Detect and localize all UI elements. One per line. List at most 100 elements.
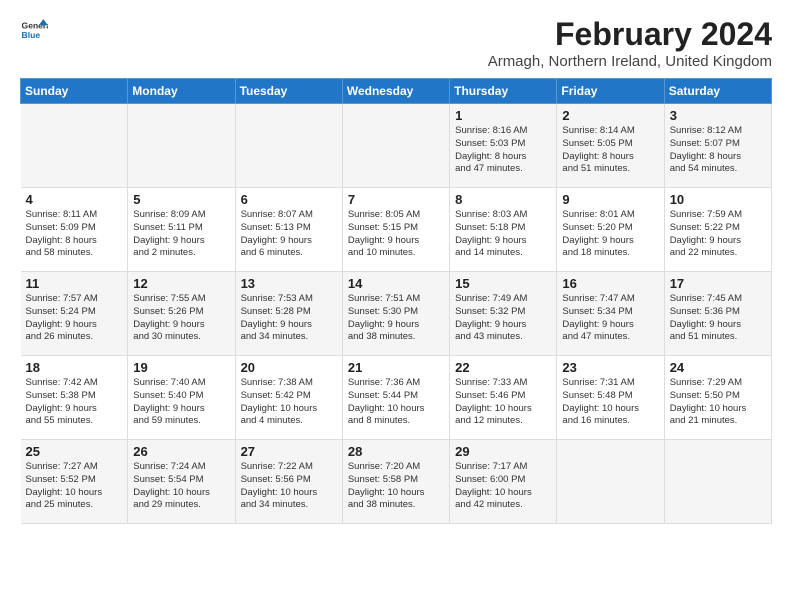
calendar-cell: 29Sunrise: 7:17 AMSunset: 6:00 PMDayligh… bbox=[450, 440, 557, 524]
day-number: 2 bbox=[562, 108, 658, 123]
cell-details: Sunrise: 7:45 AMSunset: 5:36 PMDaylight:… bbox=[670, 293, 766, 344]
cell-details: Sunrise: 8:14 AMSunset: 5:05 PMDaylight:… bbox=[562, 125, 658, 176]
main-title: February 2024 bbox=[488, 16, 772, 53]
day-number: 16 bbox=[562, 276, 658, 291]
calendar-cell: 6 Sunrise: 8:07 AMSunset: 5:13 PMDaylight… bbox=[235, 188, 342, 272]
cell-details: Sunrise: 7:22 AMSunset: 5:56 PMDaylight:… bbox=[241, 461, 337, 512]
day-number: 6 bbox=[241, 192, 337, 207]
calendar-cell bbox=[235, 104, 342, 188]
calendar-cell: 14Sunrise: 7:51 AMSunset: 5:30 PMDayligh… bbox=[342, 272, 449, 356]
header-cell-sunday: Sunday bbox=[21, 79, 128, 104]
calendar-cell: 19 Sunrise: 7:40 AMSunset: 5:40 PMDayligh… bbox=[128, 356, 235, 440]
day-number: 23 bbox=[562, 360, 658, 375]
day-number: 4 bbox=[26, 192, 123, 207]
calendar-cell: 5 Sunrise: 8:09 AMSunset: 5:11 PMDaylight… bbox=[128, 188, 235, 272]
day-number: 8 bbox=[455, 192, 551, 207]
calendar-cell: 18 Sunrise: 7:42 AMSunset: 5:38 PMDayligh… bbox=[21, 356, 128, 440]
day-number: 18 bbox=[26, 360, 123, 375]
logo-icon: General Blue bbox=[20, 16, 48, 44]
calendar-cell bbox=[21, 104, 128, 188]
calendar-cell bbox=[557, 440, 664, 524]
day-number: 15 bbox=[455, 276, 551, 291]
calendar-cell: 28Sunrise: 7:20 AMSunset: 5:58 PMDayligh… bbox=[342, 440, 449, 524]
cell-details: Sunrise: 8:12 AMSunset: 5:07 PMDaylight:… bbox=[670, 125, 766, 176]
cell-details: Sunrise: 8:05 AMSunset: 5:15 PMDaylight:… bbox=[348, 209, 444, 260]
cell-details: Sunrise: 7:38 AMSunset: 5:42 PMDaylight:… bbox=[241, 377, 337, 428]
cell-details: Sunrise: 8:03 AMSunset: 5:18 PMDaylight:… bbox=[455, 209, 551, 260]
header-cell-monday: Monday bbox=[128, 79, 235, 104]
cell-details: Sunrise: 8:01 AMSunset: 5:20 PMDaylight:… bbox=[562, 209, 658, 260]
cell-details: Sunrise: 7:17 AMSunset: 6:00 PMDaylight:… bbox=[455, 461, 551, 512]
calendar-cell: 8 Sunrise: 8:03 AMSunset: 5:18 PMDaylight… bbox=[450, 188, 557, 272]
day-number: 26 bbox=[133, 444, 229, 459]
week-row-4: 25 Sunrise: 7:27 AMSunset: 5:52 PMDayligh… bbox=[21, 440, 772, 524]
calendar-cell bbox=[128, 104, 235, 188]
cell-details: Sunrise: 7:42 AMSunset: 5:38 PMDaylight:… bbox=[26, 377, 123, 428]
cell-details: Sunrise: 7:47 AMSunset: 5:34 PMDaylight:… bbox=[562, 293, 658, 344]
day-number: 5 bbox=[133, 192, 229, 207]
week-row-1: 4 Sunrise: 8:11 AMSunset: 5:09 PMDaylight… bbox=[21, 188, 772, 272]
day-number: 24 bbox=[670, 360, 766, 375]
day-number: 14 bbox=[348, 276, 444, 291]
subtitle: Armagh, Northern Ireland, United Kingdom bbox=[488, 53, 772, 70]
calendar-cell bbox=[664, 440, 771, 524]
cell-details: Sunrise: 7:27 AMSunset: 5:52 PMDaylight:… bbox=[26, 461, 123, 512]
header: General Blue February 2024 Armagh, North… bbox=[20, 16, 772, 70]
cell-details: Sunrise: 7:57 AMSunset: 5:24 PMDaylight:… bbox=[26, 293, 123, 344]
calendar-cell: 25 Sunrise: 7:27 AMSunset: 5:52 PMDayligh… bbox=[21, 440, 128, 524]
calendar-cell: 10 Sunrise: 7:59 AMSunset: 5:22 PMDayligh… bbox=[664, 188, 771, 272]
day-number: 13 bbox=[241, 276, 337, 291]
calendar-cell: 17 Sunrise: 7:45 AMSunset: 5:36 PMDayligh… bbox=[664, 272, 771, 356]
header-cell-wednesday: Wednesday bbox=[342, 79, 449, 104]
cell-details: Sunrise: 7:31 AMSunset: 5:48 PMDaylight:… bbox=[562, 377, 658, 428]
calendar-cell bbox=[342, 104, 449, 188]
calendar-cell: 23 Sunrise: 7:31 AMSunset: 5:48 PMDayligh… bbox=[557, 356, 664, 440]
day-number: 19 bbox=[133, 360, 229, 375]
header-cell-thursday: Thursday bbox=[450, 79, 557, 104]
day-number: 27 bbox=[241, 444, 337, 459]
day-number: 12 bbox=[133, 276, 229, 291]
day-number: 10 bbox=[670, 192, 766, 207]
day-number: 25 bbox=[26, 444, 123, 459]
cell-details: Sunrise: 8:09 AMSunset: 5:11 PMDaylight:… bbox=[133, 209, 229, 260]
day-number: 3 bbox=[670, 108, 766, 123]
day-number: 22 bbox=[455, 360, 551, 375]
calendar-cell: 27 Sunrise: 7:22 AMSunset: 5:56 PMDayligh… bbox=[235, 440, 342, 524]
week-row-0: 1Sunrise: 8:16 AMSunset: 5:03 PMDaylight… bbox=[21, 104, 772, 188]
cell-details: Sunrise: 7:29 AMSunset: 5:50 PMDaylight:… bbox=[670, 377, 766, 428]
day-number: 7 bbox=[348, 192, 444, 207]
cell-details: Sunrise: 7:24 AMSunset: 5:54 PMDaylight:… bbox=[133, 461, 229, 512]
week-row-3: 18 Sunrise: 7:42 AMSunset: 5:38 PMDayligh… bbox=[21, 356, 772, 440]
cell-details: Sunrise: 7:59 AMSunset: 5:22 PMDaylight:… bbox=[670, 209, 766, 260]
calendar-cell: 7 Sunrise: 8:05 AMSunset: 5:15 PMDaylight… bbox=[342, 188, 449, 272]
cell-details: Sunrise: 8:11 AMSunset: 5:09 PMDaylight:… bbox=[26, 209, 123, 260]
day-number: 17 bbox=[670, 276, 766, 291]
calendar-cell: 24 Sunrise: 7:29 AMSunset: 5:50 PMDayligh… bbox=[664, 356, 771, 440]
calendar-cell: 13 Sunrise: 7:53 AMSunset: 5:28 PMDayligh… bbox=[235, 272, 342, 356]
day-number: 20 bbox=[241, 360, 337, 375]
calendar-cell: 3 Sunrise: 8:12 AMSunset: 5:07 PMDaylight… bbox=[664, 104, 771, 188]
calendar-cell: 4 Sunrise: 8:11 AMSunset: 5:09 PMDaylight… bbox=[21, 188, 128, 272]
calendar-cell: 11Sunrise: 7:57 AMSunset: 5:24 PMDayligh… bbox=[21, 272, 128, 356]
header-row: SundayMondayTuesdayWednesdayThursdayFrid… bbox=[21, 79, 772, 104]
calendar-cell: 16 Sunrise: 7:47 AMSunset: 5:34 PMDayligh… bbox=[557, 272, 664, 356]
cell-details: Sunrise: 7:40 AMSunset: 5:40 PMDaylight:… bbox=[133, 377, 229, 428]
cell-details: Sunrise: 8:07 AMSunset: 5:13 PMDaylight:… bbox=[241, 209, 337, 260]
calendar-cell: 9 Sunrise: 8:01 AMSunset: 5:20 PMDaylight… bbox=[557, 188, 664, 272]
calendar-cell: 22 Sunrise: 7:33 AMSunset: 5:46 PMDayligh… bbox=[450, 356, 557, 440]
calendar-header: SundayMondayTuesdayWednesdayThursdayFrid… bbox=[21, 79, 772, 104]
title-area: February 2024 Armagh, Northern Ireland, … bbox=[488, 16, 772, 70]
calendar-cell: 26 Sunrise: 7:24 AMSunset: 5:54 PMDayligh… bbox=[128, 440, 235, 524]
header-cell-tuesday: Tuesday bbox=[235, 79, 342, 104]
cell-details: Sunrise: 7:53 AMSunset: 5:28 PMDaylight:… bbox=[241, 293, 337, 344]
calendar-cell: 15Sunrise: 7:49 AMSunset: 5:32 PMDayligh… bbox=[450, 272, 557, 356]
header-cell-friday: Friday bbox=[557, 79, 664, 104]
cell-details: Sunrise: 7:36 AMSunset: 5:44 PMDaylight:… bbox=[348, 377, 444, 428]
calendar-cell: 12 Sunrise: 7:55 AMSunset: 5:26 PMDayligh… bbox=[128, 272, 235, 356]
cell-details: Sunrise: 7:55 AMSunset: 5:26 PMDaylight:… bbox=[133, 293, 229, 344]
day-number: 9 bbox=[562, 192, 658, 207]
cell-details: Sunrise: 7:20 AMSunset: 5:58 PMDaylight:… bbox=[348, 461, 444, 512]
cell-details: Sunrise: 7:33 AMSunset: 5:46 PMDaylight:… bbox=[455, 377, 551, 428]
logo: General Blue bbox=[20, 16, 48, 44]
calendar-cell: 1Sunrise: 8:16 AMSunset: 5:03 PMDaylight… bbox=[450, 104, 557, 188]
